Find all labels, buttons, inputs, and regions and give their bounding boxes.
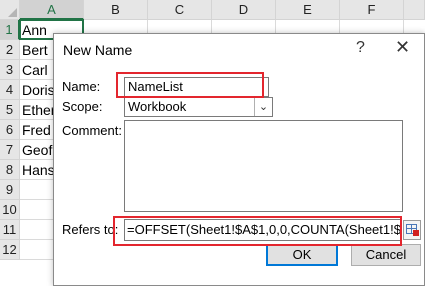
row-header-3[interactable]: 3 [0,60,20,80]
name-label: Name: [62,79,101,94]
row-header-1[interactable]: 1 [0,20,20,40]
cell-a6[interactable]: Fred [22,120,51,140]
refers-to-input[interactable]: =OFFSET(Sheet1!$A$1,0,0,COUNTA(Sheet1!$A… [124,219,402,241]
column-header-b[interactable]: B [84,0,148,20]
row-header-7[interactable]: 7 [0,140,20,160]
row-header-5[interactable]: 5 [0,100,20,120]
cell-a3[interactable]: Carl [22,60,48,80]
row-header-2[interactable]: 2 [0,40,20,60]
column-header-e[interactable]: E [276,0,340,20]
help-icon[interactable]: ? [356,39,365,57]
comment-textarea[interactable] [124,120,403,212]
column-header-d[interactable]: D [212,0,276,20]
cell-a5[interactable]: Ether [22,100,55,120]
column-header-c[interactable]: C [148,0,212,20]
row-header-9[interactable]: 9 [0,180,20,200]
cell-a4[interactable]: Doris [22,80,55,100]
cell-a2[interactable]: Bert [22,40,48,60]
new-name-dialog: New Name ? ✕ Name: NameList Scope: Workb… [53,33,425,286]
dialog-title: New Name [63,42,133,58]
scope-label: Scope: [62,99,103,114]
column-header-g[interactable] [404,0,425,20]
scope-select[interactable]: Workbook ⌄ [124,97,273,117]
name-input[interactable]: NameList [124,77,269,97]
refers-to-label: Refers to: [62,222,119,237]
row-header-12[interactable]: 12 [0,240,20,260]
cancel-button[interactable]: Cancel [351,244,421,266]
collapse-dialog-icon[interactable] [403,220,421,240]
comment-label: Comment: [62,123,122,138]
scope-value: Workbook [128,99,187,114]
row-header-6[interactable]: 6 [0,120,20,140]
cell-a8[interactable]: Hans [22,160,55,180]
select-all-triangle-icon [8,8,17,17]
cell-a7[interactable]: Geof [22,140,52,160]
row-header-4[interactable]: 4 [0,80,20,100]
range-arrow-icon [413,230,419,236]
chevron-down-icon[interactable]: ⌄ [254,98,272,116]
column-header-a[interactable]: A [20,0,84,20]
select-all-corner[interactable] [0,0,20,20]
close-icon[interactable]: ✕ [395,37,410,58]
row-header-11[interactable]: 11 [0,220,20,240]
row-header-8[interactable]: 8 [0,160,20,180]
row-header-10[interactable]: 10 [0,200,20,220]
column-header-f[interactable]: F [340,0,404,20]
ok-button[interactable]: OK [266,244,338,266]
